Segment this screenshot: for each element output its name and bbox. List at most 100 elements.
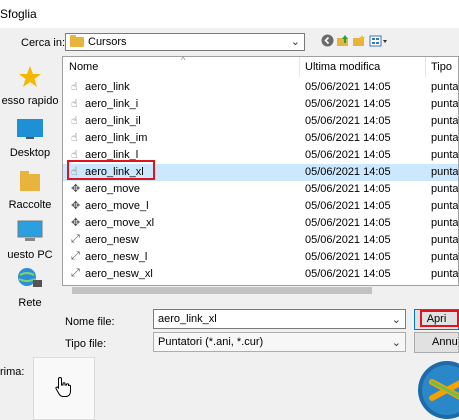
file-type: puntat xyxy=(431,132,459,144)
places-bar: esso rapido Desktop Raccolte uesto PC Re… xyxy=(0,56,60,309)
place-desktop[interactable]: Desktop xyxy=(0,116,60,159)
place-quick-access[interactable]: esso rapido xyxy=(0,64,60,107)
new-folder-icon[interactable] xyxy=(352,34,366,48)
file-date: 05/06/2021 14:05 xyxy=(305,166,391,178)
file-row[interactable]: ⤢ aero_nesw_l 05/06/2021 14:05 puntat xyxy=(63,249,458,266)
cursor-file-icon: ✥ xyxy=(71,217,81,229)
column-header-type[interactable]: Tipo xyxy=(431,61,452,73)
highlight-box xyxy=(67,160,155,180)
file-name: aero_link_i xyxy=(85,98,139,110)
chevron-down-icon[interactable]: ⌄ xyxy=(291,35,300,48)
back-icon[interactable] xyxy=(320,34,334,48)
up-folder-icon[interactable] xyxy=(336,34,350,48)
window-title: Sfoglia xyxy=(0,7,37,21)
file-date: 05/06/2021 14:05 xyxy=(305,268,391,280)
file-name: aero_nesw_xl xyxy=(85,268,153,280)
file-type: puntat xyxy=(431,183,459,195)
filename-label: Nome file: xyxy=(65,316,115,328)
file-date: 05/06/2021 14:05 xyxy=(305,132,391,144)
cursor-file-icon: ☝ xyxy=(71,132,78,144)
place-label: Desktop xyxy=(9,147,51,159)
file-date: 05/06/2021 14:05 xyxy=(305,200,391,212)
network-icon xyxy=(18,268,42,287)
file-type: puntat xyxy=(431,81,459,93)
column-separator[interactable] xyxy=(425,57,426,77)
file-type: puntat xyxy=(431,166,459,178)
place-label: Rete xyxy=(18,297,42,309)
file-row[interactable]: ⤢ aero_nesw 05/06/2021 14:05 puntat xyxy=(63,232,459,249)
file-type: puntat xyxy=(431,98,459,110)
file-type: puntat xyxy=(431,149,459,161)
cursor-file-icon: ⤢ xyxy=(71,250,80,262)
file-row[interactable]: ☝ aero_link_i 05/06/2021 14:05 puntat xyxy=(63,96,459,113)
chevron-down-icon[interactable]: ⌄ xyxy=(392,336,401,349)
cursor-file-icon: ☝ xyxy=(71,115,78,127)
file-row[interactable]: ✥ aero_move 05/06/2021 14:05 puntat xyxy=(63,181,459,198)
view-menu-icon[interactable] xyxy=(369,34,389,48)
place-label: esso rapido xyxy=(1,95,59,107)
cursor-file-icon: ✥ xyxy=(71,183,81,195)
file-name: aero_move_xl xyxy=(85,217,155,229)
look-in-label: Cerca in: xyxy=(21,37,66,49)
place-libraries[interactable]: Raccolte xyxy=(0,168,60,211)
file-date: 05/06/2021 14:05 xyxy=(305,98,391,110)
file-type: puntat xyxy=(431,217,459,229)
look-in-value: Cursors xyxy=(88,36,127,48)
column-header-name[interactable]: Nome xyxy=(69,61,98,73)
file-name: aero_move_l xyxy=(85,200,149,212)
place-network[interactable]: Rete xyxy=(0,266,60,309)
cursor-file-icon: ✥ xyxy=(71,200,81,212)
hand-cursor-icon xyxy=(55,376,71,397)
filename-combo[interactable]: aero_link_xl ⌄ xyxy=(153,309,406,329)
file-type: puntat xyxy=(431,234,459,246)
place-label: uesto PC xyxy=(7,249,53,261)
cursor-file-icon: ⤢ xyxy=(71,267,80,279)
file-date: 05/06/2021 14:05 xyxy=(305,251,391,263)
file-type: puntat xyxy=(431,115,459,127)
horizontal-scrollbar[interactable] xyxy=(62,286,459,296)
file-name: aero_nesw xyxy=(85,234,139,246)
folder-icon xyxy=(70,35,84,47)
computer-icon xyxy=(17,220,43,241)
filename-value[interactable]: aero_link_xl xyxy=(158,313,217,325)
file-type: puntat xyxy=(431,268,459,280)
file-row[interactable]: ✥ aero_move_l 05/06/2021 14:05 puntat xyxy=(63,198,459,215)
column-separator[interactable] xyxy=(299,57,300,77)
chevron-down-icon[interactable]: ⌄ xyxy=(392,313,401,326)
file-row[interactable]: ⤢ aero_nesw_xl 05/06/2021 14:05 puntat xyxy=(63,266,459,283)
libraries-icon xyxy=(20,171,40,191)
file-date: 05/06/2021 14:05 xyxy=(305,234,391,246)
highlight-box xyxy=(420,310,459,327)
file-date: 05/06/2021 14:05 xyxy=(305,217,391,229)
place-this-pc[interactable]: uesto PC xyxy=(0,218,60,261)
filetype-label: Tipo file: xyxy=(65,338,107,350)
file-row[interactable]: ☝ aero_link_im 05/06/2021 14:05 puntat xyxy=(63,130,459,147)
column-header-date[interactable]: Ultima modifica xyxy=(305,61,380,73)
scrollbar-thumb[interactable] xyxy=(72,287,372,294)
look-in-combo[interactable]: Cursors ⌄ xyxy=(65,33,305,51)
cursor-file-icon: ☝ xyxy=(71,98,78,110)
place-label: Raccolte xyxy=(8,199,52,211)
file-type: puntat xyxy=(431,200,459,212)
file-name: aero_link_im xyxy=(85,132,148,144)
preview-label: rima: xyxy=(0,366,25,378)
file-row[interactable]: ☝ aero_link 05/06/2021 14:05 puntat xyxy=(63,79,459,96)
sort-arrow-icon: ^ xyxy=(181,56,186,65)
file-date: 05/06/2021 14:05 xyxy=(305,183,391,195)
file-date: 05/06/2021 14:05 xyxy=(305,115,391,127)
star-icon xyxy=(19,66,41,87)
filetype-select[interactable]: Puntatori (*.ani, *.cur) ⌄ xyxy=(153,332,406,352)
file-name: aero_link_il xyxy=(85,115,141,127)
app-logo-icon xyxy=(418,361,459,419)
file-name: aero_link xyxy=(85,81,130,93)
cancel-button-label: Annulla xyxy=(432,336,458,348)
file-name: aero_move xyxy=(85,183,141,195)
cursor-file-icon: ☝ xyxy=(71,81,78,93)
file-row[interactable]: ☝ aero_link_il 05/06/2021 14:05 puntat xyxy=(63,113,459,130)
file-list[interactable]: ^ Nome Ultima modifica Tipo ☝ aero_link 05… xyxy=(62,56,459,286)
file-row[interactable]: ✥ aero_move_xl 05/06/2021 14:05 puntat xyxy=(63,215,459,232)
desktop-icon xyxy=(17,119,43,139)
file-name: aero_nesw_l xyxy=(85,251,148,263)
cancel-button[interactable]: Annulla xyxy=(414,332,459,353)
filetype-value: Puntatori (*.ani, *.cur) xyxy=(158,336,264,348)
